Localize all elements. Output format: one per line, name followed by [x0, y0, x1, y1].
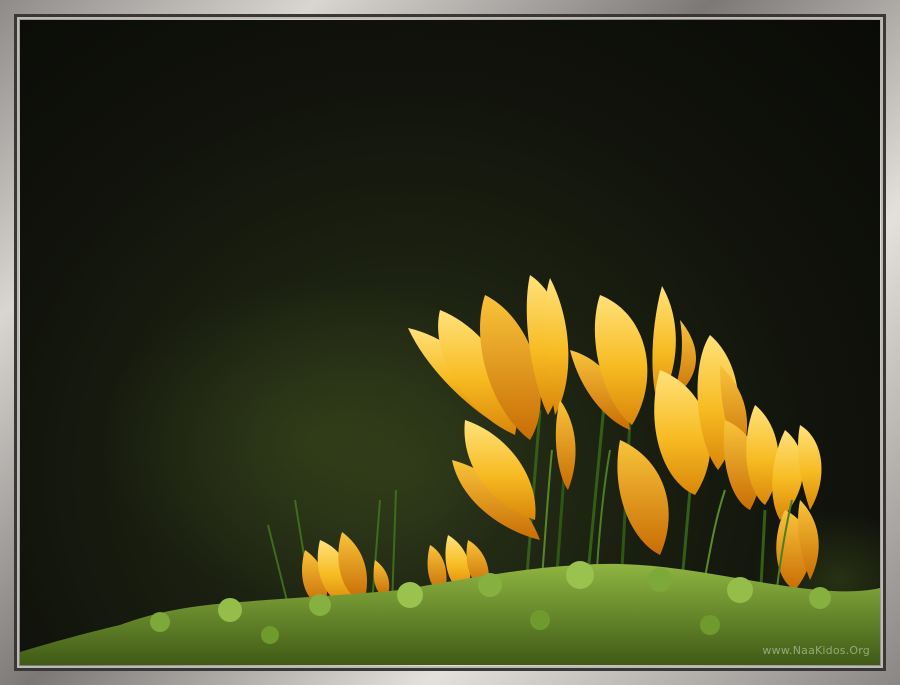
watermark: www.NaaKidos.Org	[762, 644, 870, 657]
crocus-illustration	[20, 275, 880, 665]
crocus-photo: www.NaaKidos.Org	[20, 20, 880, 665]
